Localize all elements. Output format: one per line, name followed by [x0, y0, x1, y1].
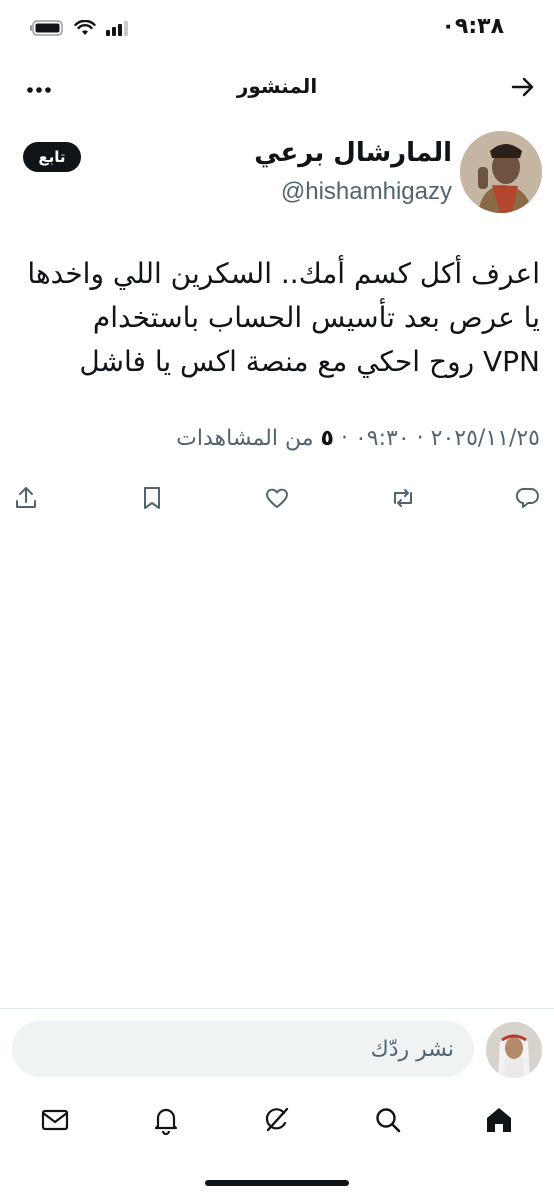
author-handle[interactable]: @hishamhigazy — [281, 178, 452, 206]
meta-separator: · — [416, 426, 424, 451]
more-icon[interactable] — [26, 76, 52, 96]
tweet-text: اعرف أكل كسم أمك.. السكرين اللي واخدها ي… — [10, 252, 540, 384]
follow-button[interactable]: تابع — [23, 142, 81, 172]
status-time: ٠٩:٣٨ — [441, 14, 504, 39]
meta-separator: · — [340, 426, 348, 451]
repost-icon[interactable] — [389, 484, 417, 512]
battery-icon — [30, 20, 63, 36]
views-label: من المشاهدات — [176, 426, 314, 451]
tweet-line: اعرف أكل كسم أمك.. السكرين اللي واخدها — [27, 257, 540, 290]
author-name[interactable]: المارشال برعي — [254, 138, 452, 168]
views-count: ٥ — [320, 426, 334, 451]
tweet-date[interactable]: ٢٠٢٥/١١/٢٥ — [431, 426, 540, 451]
signal-icon — [106, 21, 128, 36]
user-avatar[interactable] — [486, 1022, 542, 1078]
grok-icon[interactable] — [257, 1100, 297, 1140]
tweet-line: يا عرص بعد تأسيس الحساب باستخدام — [92, 301, 540, 334]
tweet-line: VPN روح احكي مع منصة اكس يا فاشل — [79, 345, 540, 378]
tab-bar — [0, 1100, 554, 1140]
share-icon[interactable] — [12, 484, 40, 512]
tweet-meta: ٢٠٢٥/١١/٢٥ · ٠٩:٣٠ · ٥ من المشاهدات — [176, 426, 540, 451]
reply-input[interactable] — [12, 1021, 474, 1077]
author-avatar[interactable] — [460, 131, 542, 213]
tweet-time[interactable]: ٠٩:٣٠ — [355, 426, 410, 451]
wifi-icon — [74, 20, 96, 35]
bookmark-icon[interactable] — [138, 484, 166, 512]
home-indicator — [205, 1180, 349, 1186]
bell-icon[interactable] — [146, 1100, 186, 1140]
search-icon[interactable] — [368, 1100, 408, 1140]
reply-icon[interactable] — [514, 484, 542, 512]
status-icons — [30, 20, 128, 36]
home-icon[interactable] — [479, 1100, 519, 1140]
mail-icon[interactable] — [35, 1100, 75, 1140]
tweet-actions — [12, 484, 542, 512]
arrow-right-icon[interactable] — [510, 74, 536, 104]
page-title: المنشور — [236, 74, 318, 98]
heart-icon[interactable] — [263, 484, 291, 512]
divider — [0, 1008, 554, 1009]
